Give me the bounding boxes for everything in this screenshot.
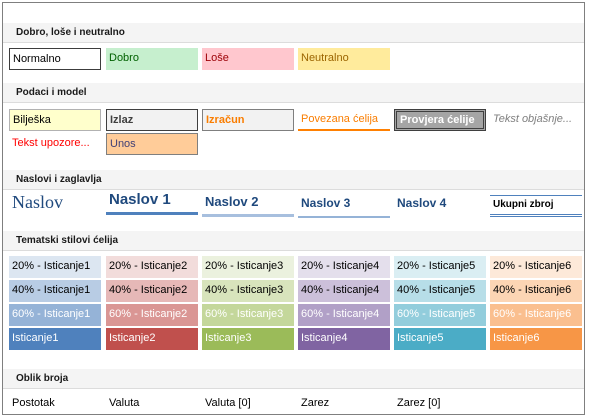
- style-accent-2-row-1[interactable]: 20% - Isticanje2: [106, 256, 198, 278]
- style-accent-2-row-2[interactable]: 40% - Isticanje2: [106, 280, 198, 302]
- style-accent-2-row-4[interactable]: Isticanje2: [106, 328, 198, 350]
- style-accent-3-row-2[interactable]: 40% - Isticanje3: [202, 280, 294, 302]
- style-accent-5-row-3[interactable]: 60% - Isticanje5: [394, 304, 486, 326]
- style-currency[interactable]: Valuta: [106, 393, 198, 415]
- section-header-data-model: Podaci i model: [3, 83, 584, 103]
- style-accent-6-row-2[interactable]: 40% - Isticanje6: [490, 280, 582, 302]
- style-accent-3-row-4[interactable]: Isticanje3: [202, 328, 294, 350]
- style-calculation[interactable]: Izračun: [202, 109, 294, 131]
- style-currency-0[interactable]: Valuta [0]: [202, 393, 294, 415]
- style-title[interactable]: Naslov: [9, 190, 101, 216]
- style-accent-5-row-2[interactable]: 40% - Isticanje5: [394, 280, 486, 302]
- style-accent-4-row-4[interactable]: Isticanje4: [298, 328, 390, 350]
- style-accent-2-row-3[interactable]: 60% - Isticanje2: [106, 304, 198, 326]
- style-comma-0[interactable]: Zarez [0]: [394, 393, 486, 415]
- style-accent-4-row-3[interactable]: 60% - Isticanje4: [298, 304, 390, 326]
- section-header-number-format: Oblik broja: [3, 369, 584, 389]
- style-accent-1-row-2[interactable]: 40% - Isticanje1: [9, 280, 101, 302]
- style-output[interactable]: Izlaz: [106, 109, 198, 131]
- style-explanatory-text[interactable]: Tekst objašnje...: [490, 109, 582, 131]
- style-note[interactable]: Bilješka: [9, 109, 101, 131]
- style-bad[interactable]: Loše: [202, 48, 294, 70]
- cell-styles-gallery: Dobro, loše i neutralno Normalno Dobro L…: [2, 2, 585, 415]
- style-check-cell[interactable]: Provjera ćelije: [394, 109, 486, 131]
- style-accent-6-row-3[interactable]: 60% - Isticanje6: [490, 304, 582, 326]
- style-accent-5-row-4[interactable]: Isticanje5: [394, 328, 486, 350]
- style-accent-5-row-1[interactable]: 20% - Isticanje5: [394, 256, 486, 278]
- section-header-themed: Tematski stilovi ćelija: [3, 231, 584, 251]
- style-accent-4-row-2[interactable]: 40% - Isticanje4: [298, 280, 390, 302]
- style-heading-4[interactable]: Naslov 4: [394, 192, 486, 218]
- style-accent-3-row-3[interactable]: 60% - Isticanje3: [202, 304, 294, 326]
- style-accent-3-row-1[interactable]: 20% - Isticanje3: [202, 256, 294, 278]
- style-comma[interactable]: Zarez: [298, 393, 390, 415]
- style-accent-1-row-3[interactable]: 60% - Isticanje1: [9, 304, 101, 326]
- style-input[interactable]: Unos: [106, 133, 198, 155]
- style-accent-6-row-1[interactable]: 20% - Isticanje6: [490, 256, 582, 278]
- style-good[interactable]: Dobro: [106, 48, 198, 70]
- style-normal[interactable]: Normalno: [9, 48, 101, 70]
- style-accent-1-row-1[interactable]: 20% - Isticanje1: [9, 256, 101, 278]
- style-heading-1[interactable]: Naslov 1: [106, 189, 198, 215]
- style-neutral[interactable]: Neutralno: [298, 48, 390, 70]
- section-header-headings: Naslovi i zaglavlja: [3, 170, 584, 190]
- style-linked-cell[interactable]: Povezana ćelija: [298, 109, 390, 131]
- style-accent-1-row-4[interactable]: Isticanje1: [9, 328, 101, 350]
- style-warning-text[interactable]: Tekst upozore...: [9, 133, 101, 155]
- style-total[interactable]: Ukupni zbroj: [490, 195, 582, 217]
- style-heading-3[interactable]: Naslov 3: [298, 192, 390, 218]
- style-heading-2[interactable]: Naslov 2: [202, 191, 294, 217]
- style-accent-4-row-1[interactable]: 20% - Isticanje4: [298, 256, 390, 278]
- style-accent-6-row-4[interactable]: Isticanje6: [490, 328, 582, 350]
- style-percent[interactable]: Postotak: [9, 393, 101, 415]
- section-header-good-bad: Dobro, loše i neutralno: [3, 23, 584, 43]
